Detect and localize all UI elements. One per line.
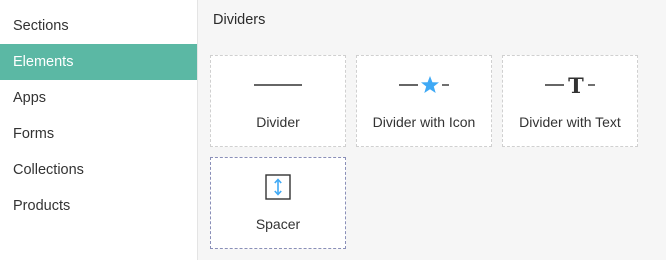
sidebar-item-apps[interactable]: Apps <box>0 80 197 116</box>
divider-text-icon: T <box>544 56 596 114</box>
sidebar-item-elements[interactable]: Elements <box>0 44 197 80</box>
divider-card[interactable]: Divider <box>210 55 346 147</box>
card-label: Spacer <box>255 216 301 232</box>
sidebar-item-products[interactable]: Products <box>0 188 197 224</box>
sidebar: Sections Elements Apps Forms Collections… <box>0 0 197 260</box>
main-panel: Dividers Divider Divider with Icon T Div… <box>198 0 666 260</box>
svg-text:T: T <box>568 73 584 97</box>
page-title: Dividers <box>213 12 266 28</box>
divider-line-icon <box>253 56 303 114</box>
card-label: Divider with Text <box>519 114 621 130</box>
divider-with-icon-card[interactable]: Divider with Icon <box>356 55 492 147</box>
sidebar-item-sections[interactable]: Sections <box>0 8 197 44</box>
spacer-icon <box>265 158 291 216</box>
divider-with-text-card[interactable]: T Divider with Text <box>502 55 638 147</box>
sidebar-item-collections[interactable]: Collections <box>0 152 197 188</box>
sidebar-item-forms[interactable]: Forms <box>0 116 197 152</box>
card-label: Divider <box>256 114 300 130</box>
card-label: Divider with Icon <box>372 114 476 130</box>
spacer-card[interactable]: Spacer <box>210 157 346 249</box>
divider-star-icon <box>398 56 450 114</box>
